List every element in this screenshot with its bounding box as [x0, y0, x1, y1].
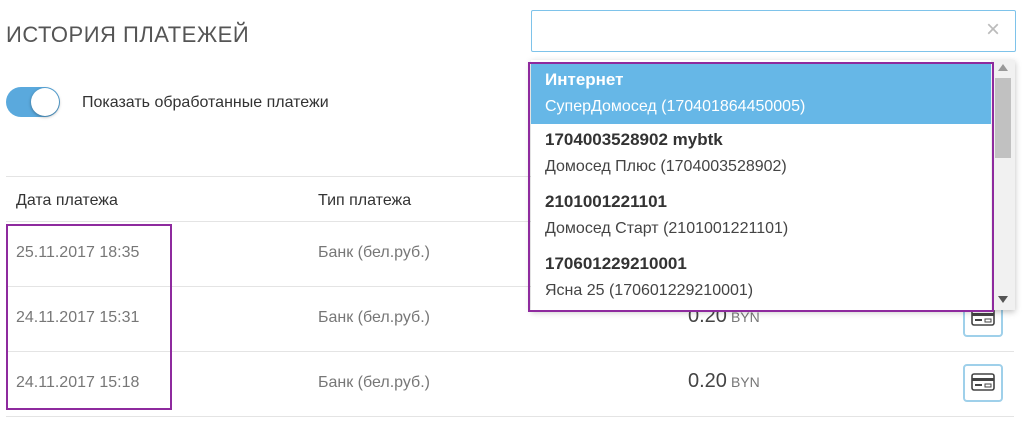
clear-icon[interactable]: × — [986, 18, 1000, 42]
dropdown-item-subtitle: Ясна 25 (170601229210001) — [545, 282, 754, 299]
credit-card-icon — [971, 373, 995, 391]
dropdown-item-title: 2101001221101 — [545, 192, 667, 211]
scroll-up-arrow-icon[interactable] — [998, 64, 1008, 71]
dropdown-item-subtitle: СуперДомосед (170401864450005) — [545, 98, 806, 115]
dropdown-item[interactable]: 2101001221101 Домосед Старт (21010012211… — [531, 184, 991, 246]
account-dropdown: Интернет СуперДомосед (170401864450005) … — [531, 60, 1015, 310]
credit-card-icon — [971, 308, 995, 326]
dropdown-item-subtitle: Домосед Плюс (1704003528902) — [545, 158, 787, 175]
column-header-type[interactable]: Тип платежа — [318, 192, 411, 210]
dropdown-item[interactable]: 1704003528902 mybtk Домосед Плюс (170400… — [531, 122, 991, 184]
amount-value: 0.20 — [688, 370, 727, 392]
page-title: ИСТОРИЯ ПЛАТЕЖЕЙ — [6, 22, 250, 47]
dropdown-scrollbar[interactable] — [991, 60, 1015, 310]
dropdown-item[interactable]: 170601229210001 Ясна 25 (170601229210001… — [531, 246, 991, 308]
dropdown-item-subtitle: Домосед Старт (2101001221101) — [545, 220, 789, 237]
scrollbar-thumb[interactable] — [995, 78, 1011, 158]
payment-type: Банк (бел.руб.) — [318, 309, 430, 326]
card-details-button[interactable] — [963, 364, 1003, 402]
show-processed-toggle[interactable] — [6, 87, 60, 117]
payment-type: Банк (бел.руб.) — [318, 374, 430, 391]
column-header-date[interactable]: Дата платежа — [16, 192, 118, 210]
payment-type: Банк (бел.руб.) — [318, 244, 430, 261]
payment-date: 24.11.2017 15:31 — [16, 309, 140, 326]
amount-currency: BYN — [730, 309, 760, 325]
search-input[interactable] — [531, 10, 1016, 52]
payment-date: 25.11.2017 18:35 — [16, 244, 140, 261]
scroll-down-arrow-icon[interactable] — [998, 296, 1008, 303]
dropdown-item-title: 1704003528902 mybtk — [545, 130, 723, 149]
amount-currency: BYN — [730, 374, 760, 390]
toggle-knob — [31, 88, 59, 116]
dropdown-item-title: 170601229210001 — [545, 254, 687, 273]
dropdown-item[interactable]: Интернет СуперДомосед (170401864450005) — [531, 62, 991, 124]
table-row: 24.11.2017 15:18 Банк (бел.руб.) 0.20 BYN — [6, 352, 1014, 417]
toggle-label: Показать обработанные платежи — [82, 94, 329, 111]
payment-amount: 0.20 BYN — [688, 370, 760, 393]
dropdown-item-title: Интернет — [545, 70, 624, 89]
payment-date: 24.11.2017 15:18 — [16, 374, 140, 391]
